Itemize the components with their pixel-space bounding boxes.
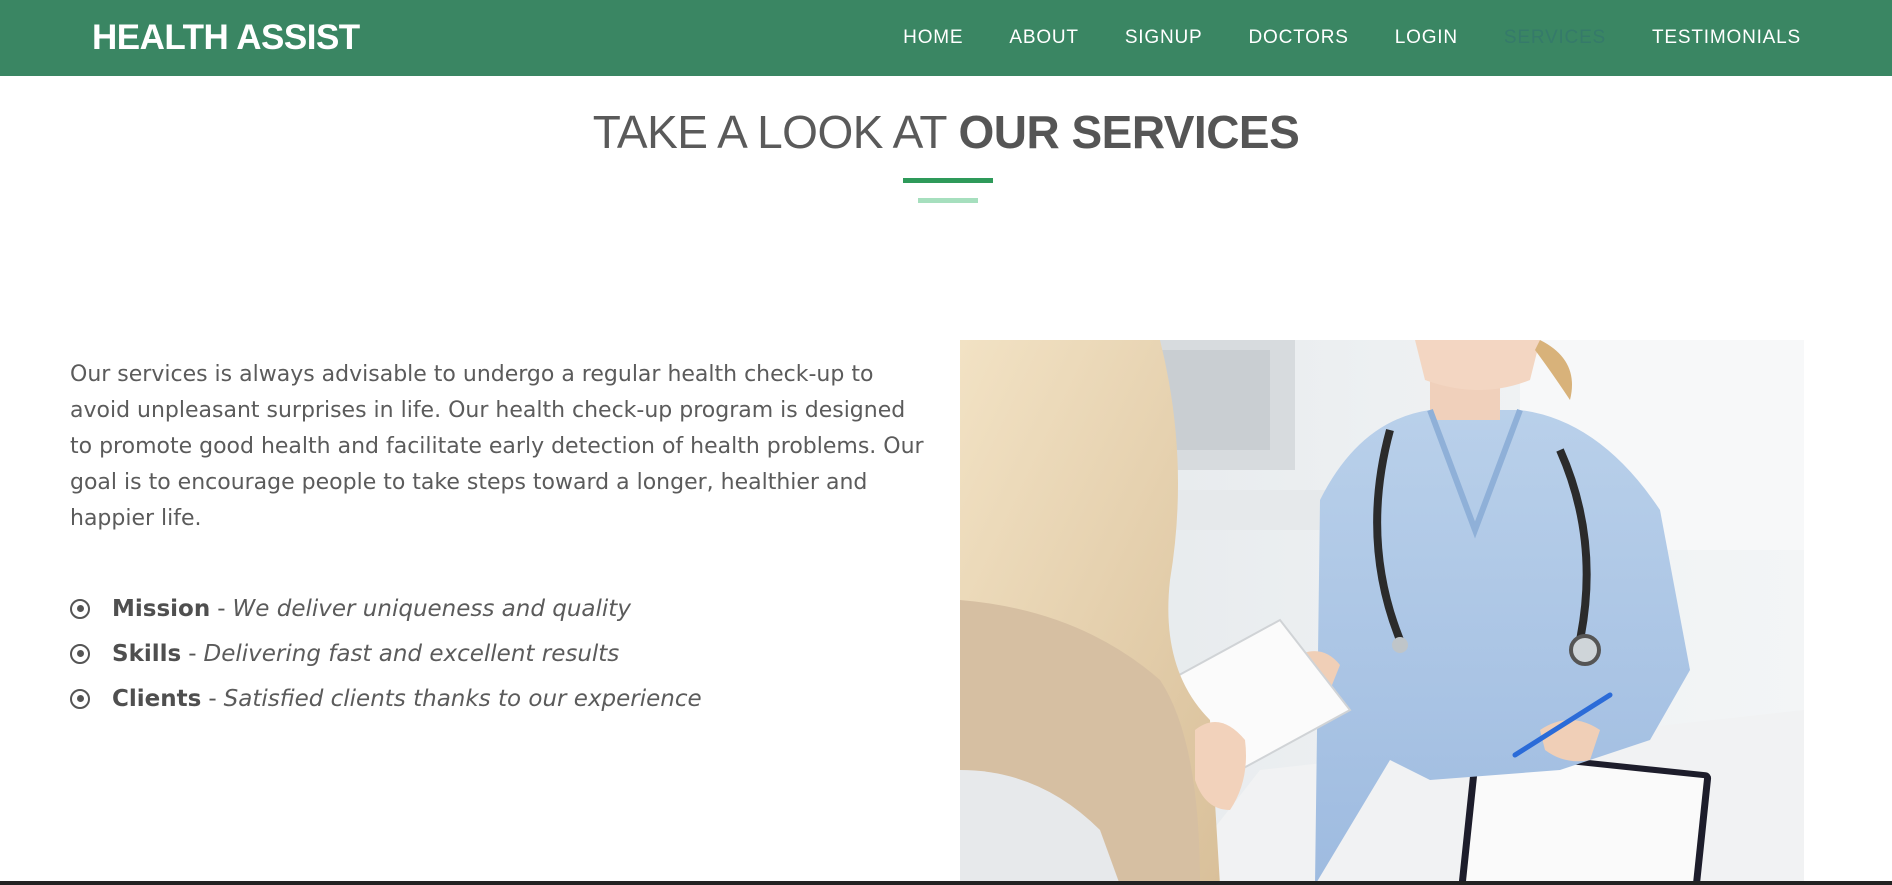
title-underline-light xyxy=(918,198,978,203)
list-item-clients: Clients - Satisfied clients thanks to ou… xyxy=(70,676,930,721)
feature-title: Mission xyxy=(112,595,211,622)
title-underline-dark xyxy=(903,178,993,183)
nav-link-signup[interactable]: SIGNUP xyxy=(1125,26,1203,50)
list-item-skills: Skills - Delivering fast and excellent r… xyxy=(70,631,930,676)
feature-title: Skills xyxy=(112,640,182,667)
nav-link-doctors[interactable]: DOCTORS xyxy=(1248,26,1348,50)
doctor-consultation-illustration xyxy=(960,340,1804,885)
nav-link-home[interactable]: HOME xyxy=(903,26,963,50)
nav-links: HOME ABOUT SIGNUP DOCTORS LOGIN SERVICES… xyxy=(857,0,1801,76)
feature-title: Clients xyxy=(112,685,202,712)
brand-logo[interactable]: HEALTH ASSIST xyxy=(92,18,360,58)
dot-circle-icon xyxy=(70,688,90,709)
feature-separator: - xyxy=(217,595,226,622)
feature-description: Delivering fast and excellent results xyxy=(203,640,620,667)
nav-link-testimonials[interactable]: TESTIMONIALS xyxy=(1652,26,1801,50)
dot-circle-icon xyxy=(70,598,90,619)
nav-link-services[interactable]: SERVICES xyxy=(1504,26,1606,50)
section-title-bold: OUR SERVICES xyxy=(958,106,1300,158)
nav-link-about[interactable]: ABOUT xyxy=(1009,26,1078,50)
feature-separator: - xyxy=(188,640,197,667)
section-title: TAKE A LOOK AT OUR SERVICES xyxy=(0,104,1892,160)
feature-description: Satisfied clients thanks to our experien… xyxy=(223,685,702,712)
page-bottom-border xyxy=(0,881,1892,885)
features-list: Mission - We deliver uniqueness and qual… xyxy=(70,586,930,721)
list-item-mission: Mission - We deliver uniqueness and qual… xyxy=(70,586,930,631)
dot-circle-icon xyxy=(70,643,90,664)
services-photo xyxy=(960,340,1804,885)
section-title-light: TAKE A LOOK AT xyxy=(592,106,959,158)
nav-link-login[interactable]: LOGIN xyxy=(1395,26,1458,50)
top-navbar: HEALTH ASSIST HOME ABOUT SIGNUP DOCTORS … xyxy=(0,0,1892,76)
feature-separator: - xyxy=(208,685,217,712)
feature-description: We deliver uniqueness and quality xyxy=(232,595,631,622)
services-intro-text: Our services is always advisable to unde… xyxy=(70,362,924,531)
